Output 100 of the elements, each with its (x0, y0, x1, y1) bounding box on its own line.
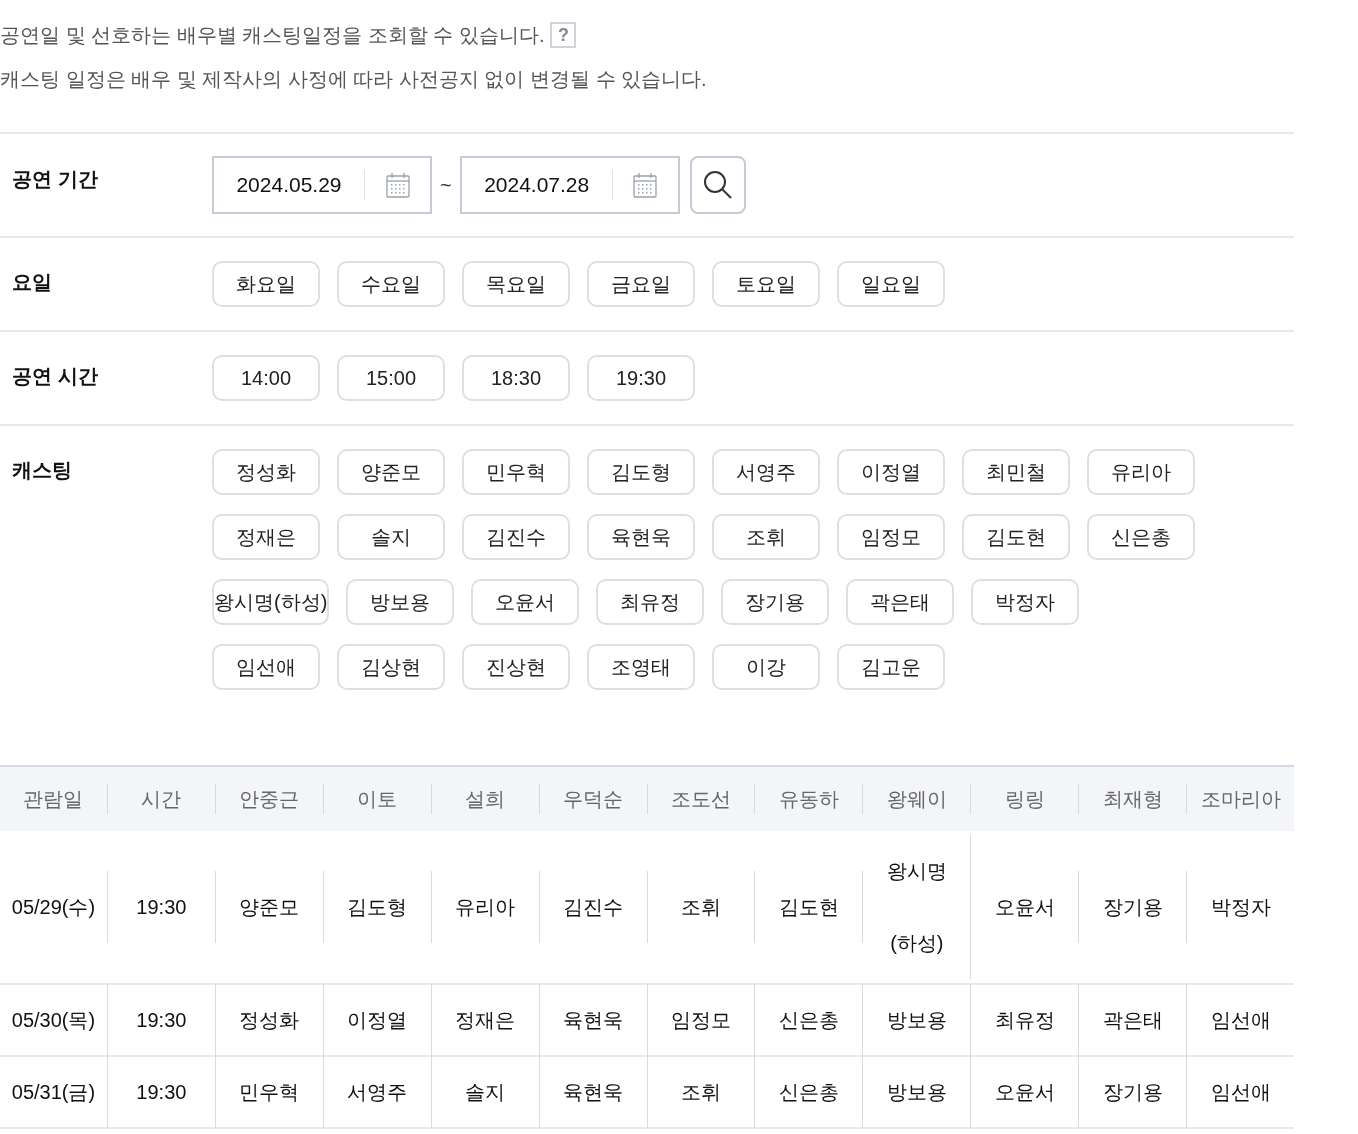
filter-chip[interactable]: 신은총 (1087, 514, 1195, 560)
table-cell-text: 정성화 (239, 1008, 300, 1033)
filter-chip[interactable]: 솔지 (337, 514, 445, 560)
filter-chip[interactable]: 김고운 (837, 644, 945, 690)
search-icon (701, 169, 734, 201)
filter-chip[interactable]: 14:00 (212, 355, 320, 401)
table-cell-text: 19:30 (136, 1008, 187, 1033)
table-cell-text: 조휘 (681, 1080, 721, 1105)
filter-chip[interactable]: 김도현 (962, 514, 1070, 560)
table-cell-text: 임정모 (671, 1008, 731, 1033)
filter-chip[interactable]: 박정자 (971, 579, 1080, 625)
column-header: 링링 (1004, 787, 1045, 812)
table-cell-text: 장기용 (1102, 895, 1163, 920)
filter-chip[interactable]: 민우혁 (462, 449, 570, 495)
filter-chip[interactable]: 장기용 (721, 579, 830, 625)
table-cell-text: 솔지 (465, 1080, 506, 1105)
column-header: 안중근 (239, 787, 300, 812)
info-text: 공연일 및 선호하는 배우별 캐스팅일정을 조회할 수 있습니다. (0, 23, 545, 48)
filter-chip[interactable]: 육현욱 (587, 514, 695, 560)
table-cell-text: 오윤서 (994, 895, 1055, 920)
filter-chip[interactable]: 김상현 (337, 644, 445, 690)
table-cell-text: 유리아 (455, 895, 516, 920)
table-cell-text: 정재은 (455, 1008, 516, 1033)
filter-label: 요일 (11, 270, 53, 295)
table-cell-text: 임선애 (1210, 1008, 1271, 1033)
table-cell-text: 신은총 (778, 1008, 839, 1033)
table-cell-text: 김진수 (563, 895, 624, 920)
calendar-icon[interactable] (633, 172, 658, 198)
filter-chip[interactable]: 이강 (712, 644, 820, 690)
search-button[interactable] (689, 156, 746, 214)
filter-chip[interactable]: 목요일 (462, 261, 570, 307)
date-field[interactable]: 2024.07.28 (459, 156, 680, 214)
filter-chip[interactable]: 방보용 (346, 579, 455, 625)
table-cell-text: 방보용 (886, 1008, 947, 1033)
table-cell-text: 05/29(수) (11, 895, 96, 920)
column-header: 관람일 (23, 787, 84, 812)
filter-chip[interactable]: 최민철 (962, 449, 1070, 495)
filter-chip[interactable]: 19:30 (587, 355, 695, 401)
table-cell-text: 최유정 (994, 1008, 1055, 1033)
table-cell-text: 서영주 (347, 1080, 408, 1105)
table-cell-text: 이정열 (347, 1008, 408, 1033)
table-cell-text: 19:30 (136, 1080, 187, 1105)
filter-chip[interactable]: 곽은태 (846, 579, 955, 625)
filter-chip[interactable]: 조휘 (712, 514, 820, 560)
filter-chip[interactable]: 화요일 (212, 261, 320, 307)
column-header: 설희 (465, 787, 506, 812)
table-cell-text: 방보용 (886, 1080, 947, 1105)
filter-chip[interactable]: 금요일 (587, 261, 695, 307)
table-cell-text: 육현욱 (563, 1080, 624, 1105)
table-cell-text: 김도현 (778, 895, 839, 920)
column-header: 조마리아 (1200, 787, 1281, 812)
filter-chip[interactable]: 진상현 (462, 644, 570, 690)
filter-chip[interactable]: 일요일 (837, 261, 945, 307)
filter-chip[interactable]: 왕시명(하성) (212, 579, 330, 625)
info-text: 캐스팅 일정은 배우 및 제작사의 사정에 따라 사전공지 없이 변경될 수 있습니다. (0, 67, 708, 92)
help-button[interactable]: ? (550, 22, 577, 48)
filter-chip[interactable]: 정성화 (212, 449, 320, 495)
column-header: 시간 (141, 787, 182, 812)
table-cell-text: 05/31(금) (11, 1080, 96, 1105)
filter-chip[interactable]: 조영태 (587, 644, 695, 690)
column-header: 우덕순 (563, 787, 624, 812)
filter-chip[interactable]: 김도형 (587, 449, 695, 495)
date-field[interactable]: 2024.05.29 (212, 156, 432, 214)
column-header: 조도선 (671, 787, 731, 812)
filter-chip[interactable]: 유리아 (1087, 449, 1195, 495)
filter-chip[interactable]: 수요일 (337, 261, 445, 307)
table-cell-text: 임선애 (1210, 1080, 1271, 1105)
table-cell-text: 김도형 (347, 895, 408, 920)
table-cell-text: 곽은태 (1102, 1008, 1163, 1033)
filter-chip[interactable]: 김진수 (462, 514, 570, 560)
column-header: 이토 (357, 787, 398, 812)
filter-chip[interactable]: 15:00 (337, 355, 445, 401)
table-cell-text: 19:30 (136, 895, 187, 920)
table-cell-text: 장기용 (1102, 1080, 1163, 1105)
filter-chip[interactable]: 양준모 (337, 449, 445, 495)
filter-label: 공연 시간 (11, 364, 99, 389)
filter-chip[interactable]: 임선애 (212, 644, 320, 690)
table-cell-text: 조휘 (681, 895, 721, 920)
table-cell-text: 05/30(목) (11, 1008, 96, 1033)
table-cell-text: 신은총 (778, 1080, 839, 1105)
filter-chip[interactable]: 18:30 (462, 355, 570, 401)
filter-chip[interactable]: 오윤서 (471, 579, 580, 625)
table-cell-text: 육현욱 (563, 1008, 624, 1033)
calendar-icon[interactable] (385, 172, 410, 198)
filter-label: 캐스팅 (11, 458, 73, 483)
table-cell-text: 양준모 (239, 895, 300, 920)
table-cell-text: 박정자 (1210, 895, 1271, 920)
column-header: 최재형 (1102, 787, 1163, 812)
table-cell-text: 왕시명(하성) (885, 859, 948, 956)
column-header: 유동하 (778, 787, 839, 812)
column-header: 왕웨이 (886, 787, 947, 812)
filter-chip[interactable]: 이정열 (837, 449, 945, 495)
table-cell-text: 민우혁 (239, 1080, 300, 1105)
filter-label: 공연 기간 (11, 167, 99, 192)
filter-chip[interactable]: 정재은 (212, 514, 320, 560)
table-cell-text: 오윤서 (994, 1080, 1055, 1105)
filter-chip[interactable]: 임정모 (837, 514, 945, 560)
filter-chip[interactable]: 최유정 (596, 579, 705, 625)
filter-chip[interactable]: 서영주 (712, 449, 820, 495)
filter-chip[interactable]: 토요일 (712, 261, 820, 307)
